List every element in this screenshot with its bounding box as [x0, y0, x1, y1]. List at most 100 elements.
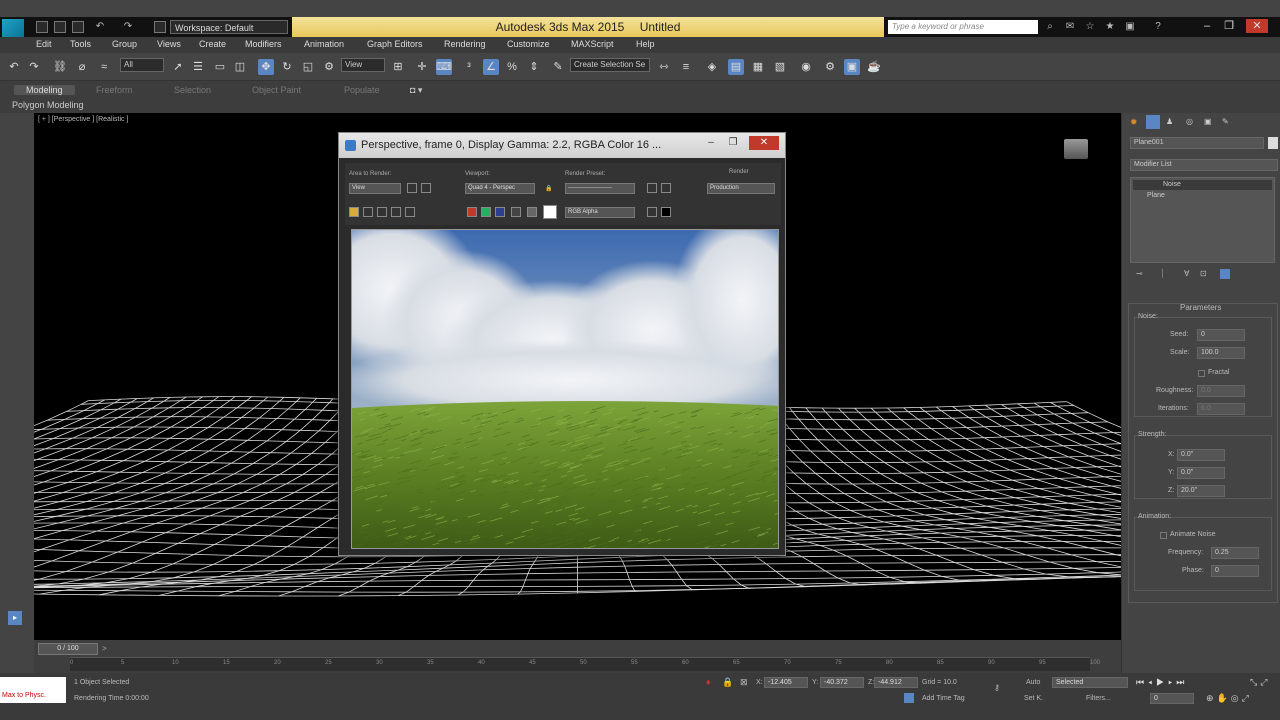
scale-spinner[interactable]: 100.0 [1197, 347, 1245, 359]
swatch-icon[interactable] [543, 205, 557, 219]
x-coord-field[interactable]: -12.405 [764, 677, 808, 688]
undo-icon[interactable]: ↶ [94, 21, 106, 33]
new-file-icon[interactable] [36, 21, 48, 33]
keyboard-shortcut-override-icon[interactable]: ⌨ [436, 59, 452, 75]
percent-snap-icon[interactable]: % [504, 59, 520, 75]
curve-editor-icon[interactable]: ▦ [750, 59, 766, 75]
red-channel-icon[interactable] [467, 207, 477, 217]
object-name-field[interactable]: Plane001 [1130, 137, 1264, 149]
menu-tools[interactable]: Tools [70, 39, 91, 49]
absolute-mode-icon[interactable]: ⊠ [740, 677, 748, 688]
communication-icon[interactable]: ☆ [1084, 21, 1096, 33]
create-tab-icon[interactable]: ✹ [1130, 117, 1138, 128]
snaps-toggle-icon[interactable]: ³ [461, 59, 477, 75]
phase-spinner[interactable]: 0 [1211, 565, 1259, 577]
ribbon-tab-freeform[interactable]: Freeform [96, 85, 133, 95]
modifier-list-dropdown[interactable]: Modifier List [1130, 159, 1278, 171]
window-crossing-icon[interactable]: ◫ [232, 59, 248, 75]
display-channel-dropdown[interactable]: RGB Alpha [565, 207, 635, 218]
time-tag-icon[interactable] [904, 693, 914, 703]
select-and-rotate-icon[interactable]: ↻ [279, 59, 295, 75]
slider-next-icon[interactable]: > [102, 644, 107, 653]
menu-group[interactable]: Group [112, 39, 137, 49]
area-to-render-dropdown[interactable]: View [349, 183, 401, 194]
ribbon-subpanel-title[interactable]: Polygon Modeling [12, 100, 84, 110]
clone-window-icon[interactable] [377, 207, 387, 217]
graphite-toolset-icon[interactable]: ▤ [728, 59, 744, 75]
redo-icon[interactable]: ↷ [26, 59, 42, 75]
make-unique-icon[interactable]: ∀ [1184, 269, 1189, 278]
alpha-channel-icon[interactable] [511, 207, 521, 217]
bind-space-warp-icon[interactable]: ≈ [96, 59, 112, 75]
blue-channel-icon[interactable] [495, 207, 505, 217]
select-object-icon[interactable]: ➚ [170, 59, 186, 75]
zoom-extents-icon[interactable]: ⤡⤢ [1250, 677, 1270, 688]
strength-z-spinner[interactable]: 20.0" [1177, 485, 1225, 497]
minimize-button[interactable]: – [1196, 19, 1218, 33]
viewport-navigation-controls[interactable]: ⊕✋◎⤢ [1206, 693, 1252, 704]
set-key-icon[interactable]: ⚷ [994, 683, 1000, 692]
menu-edit[interactable]: Edit [36, 39, 52, 49]
material-editor-icon[interactable]: ◉ [798, 59, 814, 75]
environment-effects-icon[interactable] [661, 183, 671, 193]
animate-noise-checkbox[interactable] [1160, 532, 1167, 539]
open-file-icon[interactable] [54, 21, 66, 33]
layer-manager-icon[interactable]: ◈ [704, 59, 720, 75]
workspace-dropdown[interactable]: Workspace: Default [170, 20, 288, 34]
z-coord-field[interactable]: -44.912 [874, 677, 918, 688]
maxscript-listener[interactable]: Max to Physc. [0, 677, 66, 703]
fractal-checkbox[interactable] [1198, 370, 1205, 377]
project-folder-icon[interactable] [154, 21, 166, 33]
spinner-snap-icon[interactable]: ⇕ [526, 59, 542, 75]
pin-stack-icon[interactable]: ⊸ [1136, 269, 1143, 278]
keyword-search-input[interactable]: Type a keyword or phrase [888, 20, 1038, 34]
render-setup-icon[interactable]: ⚙ [822, 59, 838, 75]
show-end-result-icon[interactable]: ⏐ [1160, 269, 1165, 279]
ribbon-tab-populate[interactable]: Populate [344, 85, 380, 95]
help-icon[interactable]: ? [1152, 21, 1164, 33]
render-window-titlebar[interactable]: Perspective, frame 0, Display Gamma: 2.2… [339, 133, 785, 158]
auto-region-icon[interactable] [421, 183, 431, 193]
menu-maxscript[interactable]: MAXScript [571, 39, 614, 49]
render-maximize-button[interactable]: ❐ [723, 136, 743, 150]
edit-region-icon[interactable] [407, 183, 417, 193]
stack-item-noise[interactable]: Noise [1133, 180, 1272, 190]
seed-spinner[interactable]: 0 [1197, 329, 1245, 341]
manipulate-icon[interactable]: ✛ [414, 59, 430, 75]
menu-graph-editors[interactable]: Graph Editors [367, 39, 423, 49]
menu-animation[interactable]: Animation [304, 39, 344, 49]
motion-tab-icon[interactable]: ◎ [1186, 117, 1193, 126]
display-tab-icon[interactable]: ▣ [1204, 117, 1212, 126]
object-color-swatch[interactable] [1268, 137, 1278, 149]
viewport-dropdown[interactable]: Quad 4 - Perspec [465, 183, 535, 194]
iterations-spinner[interactable]: 6.0 [1197, 403, 1245, 415]
key-filters-button[interactable]: Filters... [1086, 695, 1111, 702]
toggle-ui-overlay-icon[interactable] [647, 207, 657, 217]
render-production-icon[interactable]: ☕ [866, 59, 882, 75]
unlink-icon[interactable]: ⌀ [74, 59, 90, 75]
menu-create[interactable]: Create [199, 39, 226, 49]
render-preset-dropdown[interactable]: ---------------------- [565, 183, 635, 194]
remove-modifier-icon[interactable]: ⊡ [1200, 269, 1207, 278]
pivot-center-icon[interactable]: ⊞ [390, 59, 406, 75]
toggle-ui-icon[interactable] [661, 207, 671, 217]
favorites-icon[interactable]: ★ [1104, 21, 1116, 33]
configure-modifier-sets-icon[interactable] [1220, 269, 1230, 279]
select-and-place-icon[interactable]: ⚙ [321, 59, 337, 75]
strength-y-spinner[interactable]: 0.0" [1177, 467, 1225, 479]
add-time-tag[interactable]: Add Time Tag [922, 695, 965, 702]
selection-lock-icon[interactable]: 🔒 [722, 677, 733, 688]
select-and-scale-icon[interactable]: ◱ [300, 59, 316, 75]
exchange-icon[interactable]: ▣ [1124, 21, 1136, 33]
restore-button[interactable]: ❐ [1218, 19, 1240, 33]
save-file-icon[interactable] [72, 21, 84, 33]
menu-rendering[interactable]: Rendering [444, 39, 486, 49]
ribbon-tab-object-paint[interactable]: Object Paint [252, 85, 301, 95]
auto-key-button[interactable]: Auto [1026, 679, 1040, 686]
align-icon[interactable]: ≡ [678, 59, 694, 75]
close-button[interactable]: ✕ [1246, 19, 1268, 33]
viewport-layout-icon[interactable]: ▸ [8, 611, 22, 625]
named-selection-sets-dropdown[interactable]: Create Selection Se [570, 58, 650, 72]
ribbon-tab-modeling[interactable]: Modeling [14, 85, 75, 95]
link-icon[interactable]: ⛓ [52, 59, 68, 75]
